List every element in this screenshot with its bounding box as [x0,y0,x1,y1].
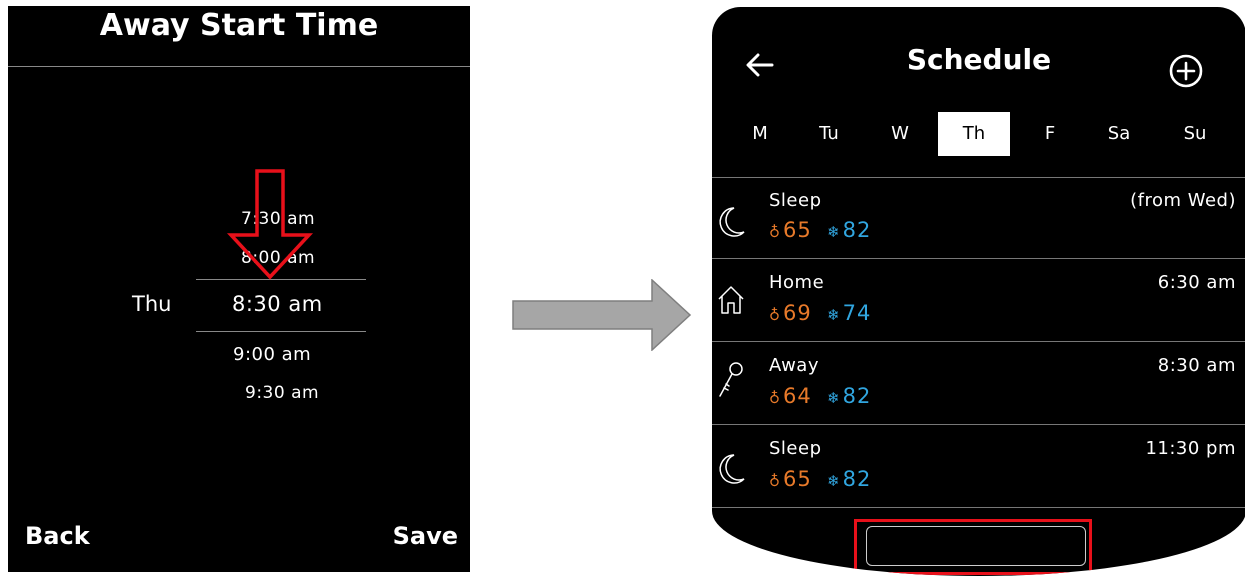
page-title: Schedule [906,43,1052,76]
setpoints: ♁65 ❄82 [769,218,871,242]
moon-icon [719,207,745,237]
period-time: (from Wed) [1130,190,1236,211]
period-time: 11:30 pm [1145,438,1236,459]
back-button[interactable]: Back [25,522,90,550]
down-arrow-annotation-icon [226,169,314,280]
period-time: 6:30 am [1157,272,1236,293]
snowflake-icon: ❄ [827,223,841,241]
flame-icon: ♁ [769,472,781,490]
day-tab-thursday[interactable]: Th [938,112,1010,156]
flame-icon: ♁ [769,389,781,407]
selection-divider-bottom [196,331,366,332]
save-button[interactable]: Save [393,522,458,550]
time-option[interactable]: 9:00 am [233,344,311,365]
screen-title: Away Start Time [99,8,379,43]
flame-icon: ♁ [769,306,781,324]
snowflake-icon: ❄ [827,306,841,324]
period-name: Sleep [769,190,822,211]
away-start-time-screen: Away Start Time 7:30 am 8:00 am Thu 8:30… [8,6,470,572]
divider [712,177,1245,178]
copy-day-button[interactable]: Copy Thursday [866,526,1086,566]
cool-setpoint: 82 [842,384,872,408]
setpoints: ♁69 ❄74 [769,301,871,325]
heat-setpoint: 65 [783,467,812,491]
heat-setpoint: 69 [783,301,812,325]
snowflake-icon: ❄ [827,472,841,490]
cool-setpoint: 82 [842,467,872,491]
divider [712,507,1245,508]
day-label: Thu [132,292,172,316]
period-name: Home [769,272,825,293]
day-tab-friday[interactable]: F [1038,112,1062,156]
divider [712,341,1245,342]
home-icon [718,286,744,314]
snowflake-icon: ❄ [827,389,841,407]
day-tab-saturday[interactable]: Sa [1102,112,1136,156]
day-tab-wednesday[interactable]: W [888,112,912,156]
moon-icon [719,454,745,484]
day-selector: M Tu W Th F Sa Su [712,112,1245,156]
period-name: Sleep [769,438,822,459]
period-time: 8:30 am [1157,355,1236,376]
divider [712,258,1245,259]
key-icon [719,362,743,397]
add-icon[interactable] [1168,53,1204,89]
time-option[interactable]: 9:30 am [245,383,319,403]
title-divider [8,66,470,67]
selected-time[interactable]: 8:30 am [232,292,323,316]
day-tab-tuesday[interactable]: Tu [812,112,846,156]
day-tab-sunday[interactable]: Su [1178,112,1212,156]
cool-setpoint: 74 [842,301,872,325]
day-tab-monday[interactable]: M [748,112,772,156]
heat-setpoint: 64 [783,384,812,408]
period-name: Away [769,355,819,376]
flame-icon: ♁ [769,223,781,241]
schedule-screen: Schedule M Tu W Th F Sa Su Sleep (from W… [712,7,1245,576]
transition-arrow-icon [512,279,692,351]
setpoints: ♁64 ❄82 [769,384,871,408]
divider [712,424,1245,425]
heat-setpoint: 65 [783,218,812,242]
cool-setpoint: 82 [842,218,872,242]
setpoints: ♁65 ❄82 [769,467,871,491]
